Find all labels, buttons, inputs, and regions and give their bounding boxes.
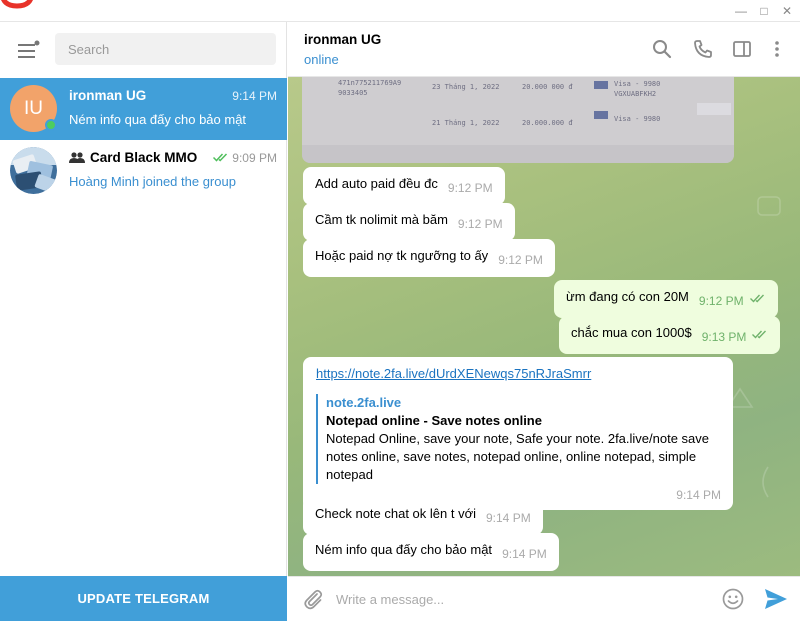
chat-item-card-black-mmo[interactable]: Card Black MMO 9:09 PM Hoàng Minh joined… — [0, 140, 287, 202]
message-bubble[interactable]: Cầm tk nolimit mà băm 9:12 PM — [303, 203, 515, 241]
message-bubble[interactable]: Add auto paid đều đc 9:12 PM — [303, 167, 505, 205]
chat-name-text: Card Black MMO — [90, 150, 198, 165]
maximize-button[interactable]: □ — [757, 4, 771, 18]
chat-item-ironman-ug[interactable]: IU ironman UG 9:14 PM Ném info qua đấy c… — [0, 78, 287, 140]
link-preview-title: Notepad online - Save notes online — [326, 413, 542, 428]
group-icon — [69, 152, 85, 163]
message-text: chắc mua con 1000$ — [571, 325, 692, 340]
peer-status: online — [304, 52, 339, 67]
message-text: ừm đang có con 20M — [566, 289, 689, 304]
minimize-button[interactable]: — — [734, 4, 748, 18]
message-bubble[interactable]: Check note chat ok lên t với 9:14 PM — [303, 497, 543, 535]
update-telegram-button[interactable]: UPDATE TELEGRAM — [0, 576, 287, 621]
group-avatar — [10, 147, 57, 194]
app-logo-icon — [1, 0, 33, 9]
sidebar: IU ironman UG 9:14 PM Ném info qua đấy c… — [0, 22, 287, 621]
double-check-icon — [752, 330, 767, 339]
chat-time: 9:14 PM — [232, 89, 277, 103]
chat-name: ironman UG — [69, 88, 147, 103]
photo-image — [302, 81, 734, 163]
link-preview[interactable]: note.2fa.live Notepad online - Save note… — [316, 394, 721, 484]
photo-message[interactable]: 471n775211769A9 23 Tháng 1, 2022 20.000 … — [302, 77, 734, 163]
message-bubble[interactable]: Hoặc paid nợ tk ngưỡng to ấy 9:12 PM — [303, 239, 555, 277]
message-bubble[interactable]: Ném info qua đấy cho bảo mật 9:14 PM — [303, 533, 559, 571]
search-input[interactable] — [55, 33, 276, 65]
message-text: Ném info qua đấy cho bảo mật — [315, 542, 493, 557]
sidebar-toggle-icon[interactable] — [732, 39, 752, 59]
chat-panel: ironman UG online 471n775211769A9 23 Thá… — [288, 22, 800, 621]
link-preview-site: note.2fa.live — [326, 395, 402, 410]
title-bar: — □ ✕ — [0, 0, 800, 22]
close-button[interactable]: ✕ — [780, 4, 794, 18]
link-preview-description: Notepad Online, save your note, Safe you… — [326, 431, 710, 482]
send-icon[interactable] — [764, 588, 788, 610]
link-message-bubble[interactable]: https://note.2fa.live/dUrdXENewqs75nRJra… — [303, 357, 733, 510]
menu-icon[interactable] — [18, 40, 40, 60]
message-input[interactable] — [336, 585, 708, 613]
chat-time: 9:09 PM — [213, 151, 277, 165]
chat-time-text: 9:09 PM — [232, 151, 277, 165]
message-text: Hoặc paid nợ tk ngưỡng to ấy — [315, 248, 489, 263]
message-time: 9:14 PM — [486, 511, 531, 525]
message-time: 9:12 PM — [498, 253, 543, 267]
online-indicator — [45, 119, 57, 131]
message-link[interactable]: https://note.2fa.live/dUrdXENewqs75nRJra… — [316, 365, 721, 383]
message-text: Check note chat ok lên t với — [315, 506, 476, 521]
chat-name: Card Black MMO — [69, 150, 197, 165]
emoji-icon[interactable] — [722, 588, 744, 610]
message-bubble-outgoing[interactable]: ừm đang có con 20M 9:12 PM — [554, 280, 778, 318]
search-icon[interactable] — [652, 39, 672, 59]
paperclip-icon[interactable] — [302, 588, 324, 610]
message-time: 9:12 PM — [698, 294, 744, 308]
sidebar-header — [0, 22, 287, 78]
message-time: 9:12 PM — [447, 181, 493, 195]
message-text: Add auto paid đều đc — [315, 176, 438, 191]
double-check-icon — [749, 294, 764, 303]
message-list[interactable]: 471n775211769A9 23 Tháng 1, 2022 20.000 … — [288, 77, 800, 576]
peer-name[interactable]: ironman UG — [304, 32, 381, 47]
message-time: 9:13 PM — [701, 330, 747, 344]
more-options-icon[interactable] — [767, 39, 787, 59]
phone-icon[interactable] — [693, 39, 713, 59]
message-time: 9:12 PM — [457, 217, 503, 231]
message-time: 9:14 PM — [502, 547, 547, 561]
chat-preview: Hoàng Minh joined the group — [69, 174, 236, 189]
chat-preview: Ném info qua đấy cho bảo mật — [69, 112, 247, 127]
message-text: Cầm tk nolimit mà băm — [315, 212, 448, 227]
chat-header: ironman UG online — [288, 22, 800, 77]
message-composer — [288, 576, 800, 621]
double-check-icon — [213, 153, 228, 162]
message-bubble-outgoing[interactable]: chắc mua con 1000$ 9:13 PM — [559, 316, 781, 354]
